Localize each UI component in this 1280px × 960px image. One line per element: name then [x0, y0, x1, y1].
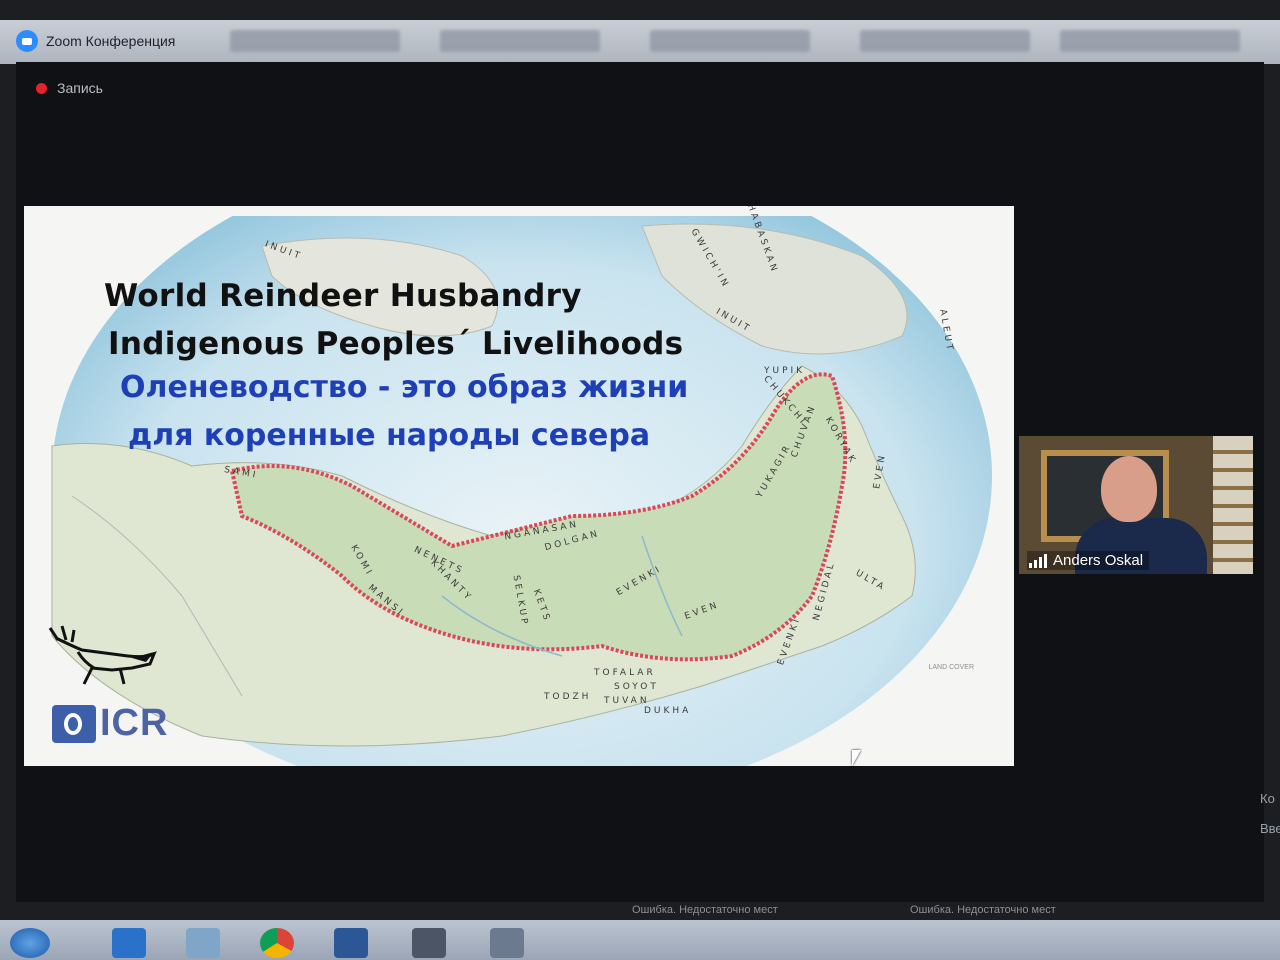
explorer-icon[interactable]: [186, 928, 220, 958]
tab-blurred-5[interactable]: [1060, 30, 1240, 52]
signal-strength-icon: [1029, 553, 1047, 568]
participant-name-label: Anders Oskal: [1027, 551, 1150, 570]
participant-video-tile[interactable]: Anders Oskal: [1019, 436, 1253, 574]
mouse-cursor-icon: [852, 750, 861, 766]
shared-screen-slide: INUIT ATHABASKAN GWICH'IN INUIT YUPIK CHUKCHI…: [24, 206, 1014, 766]
word-icon[interactable]: [334, 928, 368, 958]
map-label: YUPIK: [764, 366, 806, 376]
background-bookshelf: [1213, 436, 1253, 574]
tab-title: Zoom Конференция: [46, 33, 176, 49]
slide-title-line1: World Reindeer Husbandry: [104, 278, 582, 314]
tab-zoom-conference[interactable]: Zoom Конференция: [8, 26, 191, 56]
browser-tab-strip: Zoom Конференция: [0, 20, 1280, 64]
tab-blurred-4[interactable]: [860, 30, 1030, 52]
slide-subtitle-ru-line2: для коренные народы севера: [128, 418, 651, 453]
icr-logo-icon: [52, 704, 96, 743]
status-message-2: Ошибка. Недостаточно мест: [910, 904, 1056, 916]
zoom-taskbar-icon[interactable]: [412, 928, 446, 958]
icr-logo-text: ICR: [100, 702, 169, 744]
chat-panel-edge: Ко Вве: [1260, 784, 1280, 844]
tab-blurred-1[interactable]: [230, 30, 400, 52]
app-taskbar-icon[interactable]: [490, 928, 524, 958]
chat-panel-text-2: Вве: [1260, 821, 1280, 836]
participant-name: Anders Oskal: [1053, 552, 1144, 569]
recording-dot-icon: [36, 82, 47, 94]
map-legend-label: LAND COVER: [928, 664, 974, 671]
slide-subtitle-ru-line1: Оленеводство - это образ жизни: [120, 370, 689, 405]
zoom-meeting-window: Запись INUIT ATHABASKAN GWICH'IN INUIT Y…: [16, 62, 1280, 902]
tab-blurred-2[interactable]: [440, 30, 600, 52]
status-message-1: Ошибка. Недостаточно мест: [632, 904, 778, 916]
windows-taskbar: [0, 920, 1280, 960]
recording-indicator[interactable]: Запись: [36, 80, 103, 96]
map-label: TODZH: [544, 692, 592, 702]
slide-title-line2: Indigenous Peoples´ Livelihoods: [108, 326, 684, 362]
start-button-icon[interactable]: [10, 928, 50, 958]
participant-face: [1101, 456, 1157, 522]
chat-panel-text-1: Ко: [1260, 791, 1275, 806]
map-label: TOFALAR: [594, 668, 656, 678]
map-label: SOYOT: [614, 682, 659, 692]
recording-label: Запись: [57, 80, 103, 96]
tab-blurred-3[interactable]: [650, 30, 810, 52]
map-label: DUKHA: [644, 706, 692, 716]
chrome-icon[interactable]: [260, 928, 294, 958]
icr-logo: ICR: [52, 702, 168, 745]
zoom-logo-icon: [16, 30, 38, 52]
map-label: TUVAN: [604, 696, 650, 706]
outlook-icon[interactable]: [112, 928, 146, 958]
reindeer-icon: [48, 625, 157, 685]
